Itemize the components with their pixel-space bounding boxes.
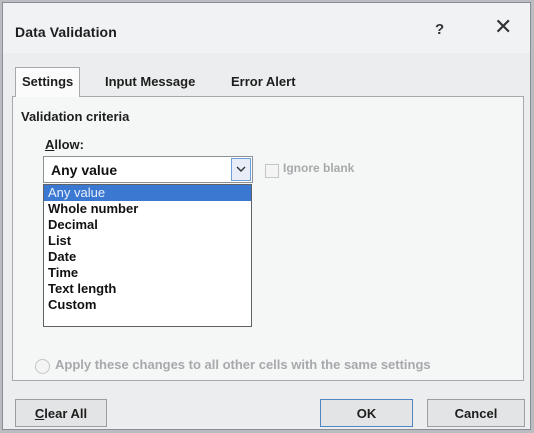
tab-error-alert[interactable]: Error Alert xyxy=(225,69,302,95)
option-decimal[interactable]: Decimal xyxy=(44,217,251,233)
clear-all-button[interactable]: Clear All xyxy=(15,399,107,427)
clear-all-access-key: C xyxy=(34,405,45,421)
ok-button[interactable]: OK xyxy=(320,399,413,427)
option-text-length[interactable]: Text length xyxy=(44,281,251,297)
chevron-down-icon xyxy=(236,166,246,172)
option-list[interactable]: List xyxy=(44,233,251,249)
apply-to-all-label: Apply these changes to all other cells w… xyxy=(55,357,431,372)
allow-combobox-value: Any value xyxy=(51,162,118,178)
dialog-title: Data Validation xyxy=(15,24,117,40)
allow-label: Allow: xyxy=(45,137,84,152)
allow-access-key: A xyxy=(45,137,55,152)
clear-all-label: lear All xyxy=(44,405,88,421)
option-time[interactable]: Time xyxy=(44,265,251,281)
option-date[interactable]: Date xyxy=(44,249,251,265)
cancel-button[interactable]: Cancel xyxy=(427,399,525,427)
title-bar: Data Validation ? ✕ xyxy=(3,3,530,53)
validation-criteria-label: Validation criteria xyxy=(21,109,130,124)
ignore-blank-checkbox[interactable] xyxy=(265,164,279,178)
allow-label-text: llow: xyxy=(54,137,84,152)
ignore-blank-label: Ignore blank xyxy=(283,161,355,175)
option-any-value[interactable]: Any value xyxy=(44,185,251,201)
dropdown-button[interactable] xyxy=(231,158,251,181)
tab-settings[interactable]: Settings xyxy=(15,67,81,97)
option-whole-number[interactable]: Whole number xyxy=(44,201,251,217)
option-custom[interactable]: Custom xyxy=(44,297,251,313)
data-validation-dialog: Data Validation ? ✕ Settings Input Messa… xyxy=(2,2,531,430)
allow-dropdown-list: Any value Whole number Decimal List Date… xyxy=(43,184,252,327)
tab-input-message[interactable]: Input Message xyxy=(99,69,201,95)
allow-combobox[interactable]: Any value xyxy=(43,156,253,183)
apply-to-all-checkbox[interactable] xyxy=(35,359,50,374)
help-icon[interactable]: ? xyxy=(435,21,444,38)
close-icon[interactable]: ✕ xyxy=(494,16,512,38)
